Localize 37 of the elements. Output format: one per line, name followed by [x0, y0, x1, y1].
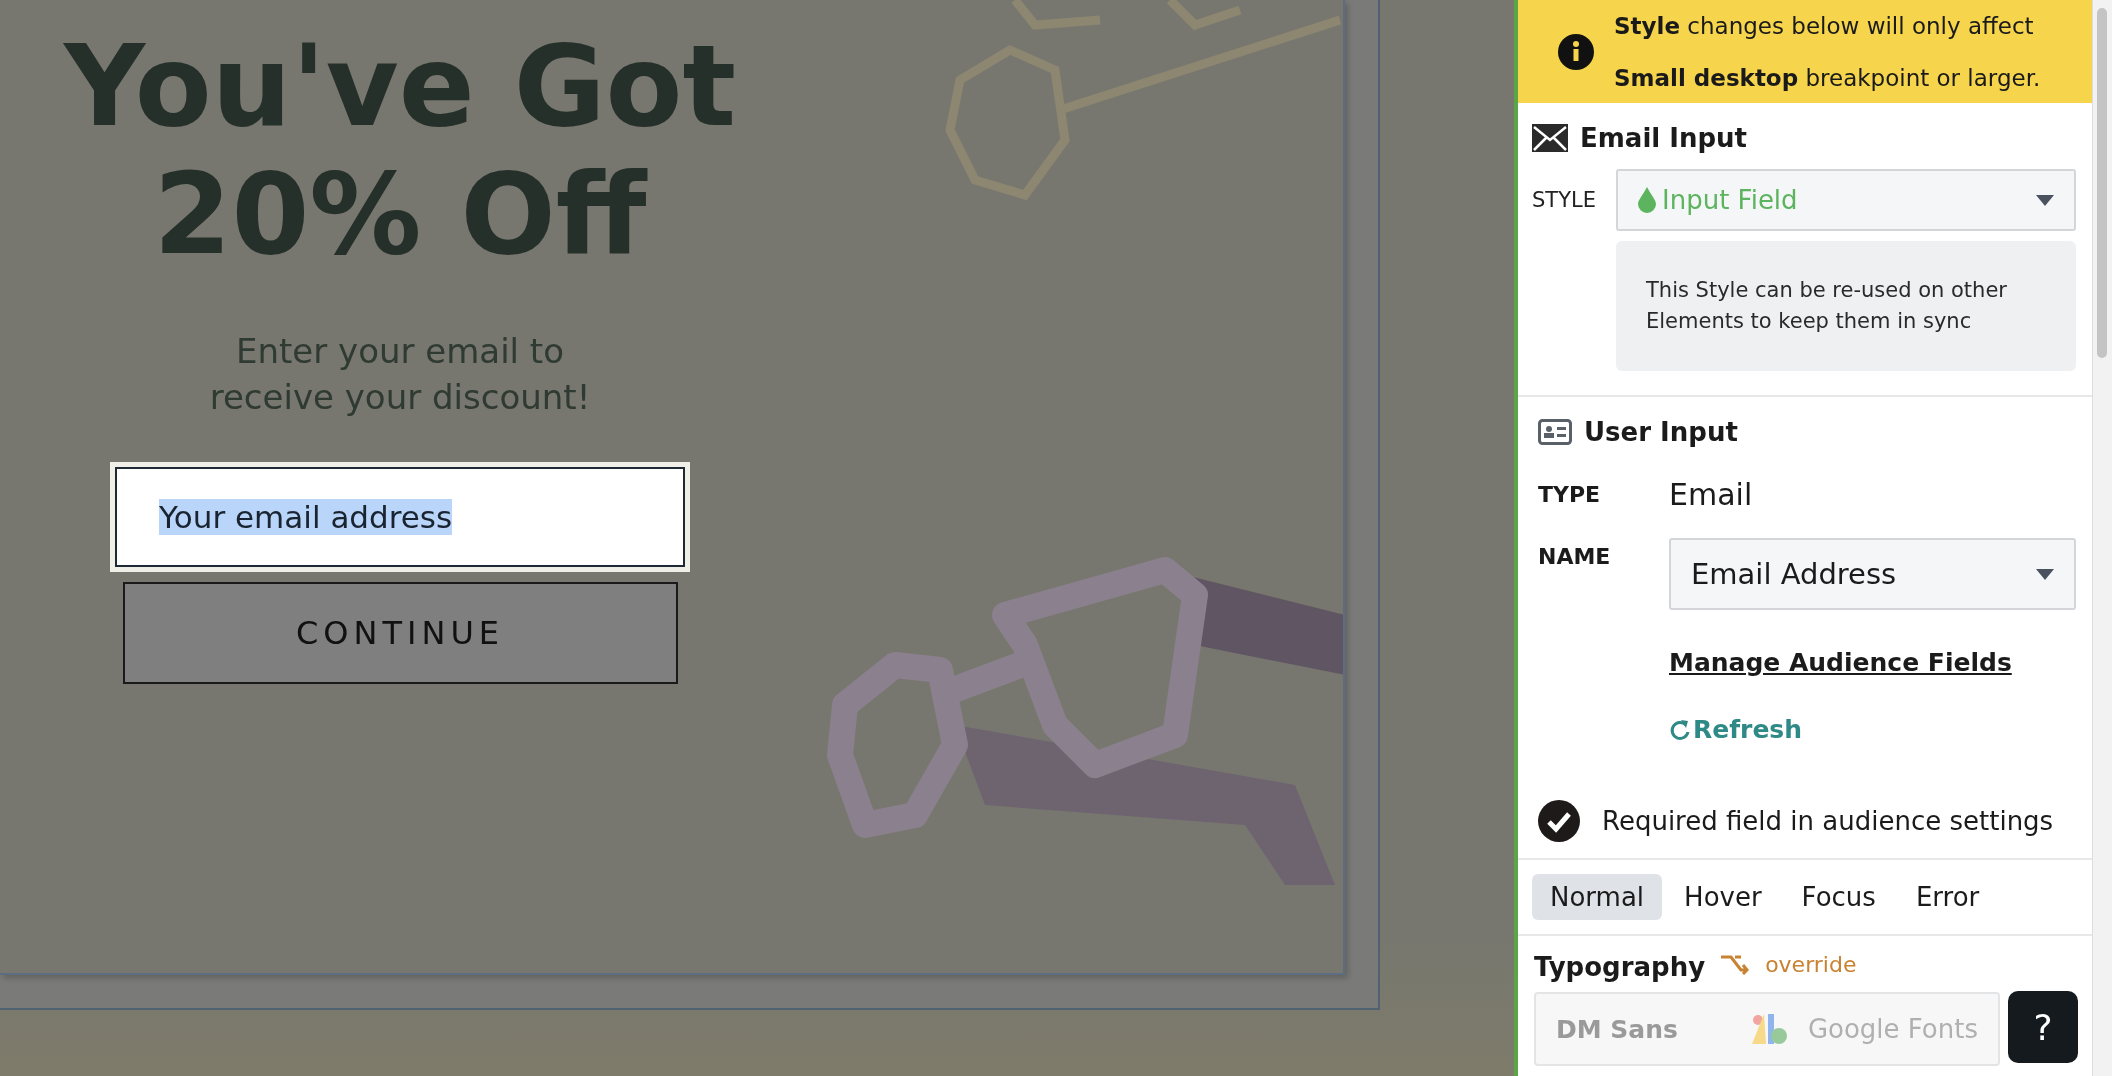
- name-label: NAME: [1538, 544, 1612, 569]
- google-fonts-label: Google Fonts: [1807, 1014, 1978, 1044]
- required-label: Required field in audience settings: [1602, 806, 2054, 836]
- shuffle-icon: [1721, 953, 1750, 975]
- continue-button[interactable]: CONTINUE: [122, 582, 678, 684]
- name-dropdown[interactable]: Email Address: [1669, 538, 2076, 610]
- drop-icon: [1638, 187, 1656, 213]
- google-fonts-icon: [1751, 1014, 1788, 1044]
- caret-icon: [2036, 194, 2054, 206]
- envelope-icon: [1532, 124, 1568, 152]
- scrollbar-thumb[interactable]: [2097, 8, 2107, 358]
- popup-headline: You've Got: [62, 22, 738, 150]
- typography-title: Typography: [1534, 952, 1706, 982]
- style-note: This Style can be re-used on other Elements to keep them in sync: [1616, 241, 2076, 371]
- section-title: Email Input: [1580, 123, 1747, 153]
- manage-audience-fields-link[interactable]: Manage Audience Fields: [1669, 648, 2012, 677]
- refresh-link[interactable]: Refresh: [1669, 715, 1803, 744]
- popup-subtitle: Enter your email to receive your discount!: [209, 330, 591, 419]
- state-tab[interactable]: Focus: [1783, 874, 1894, 920]
- refresh-icon: [1669, 717, 1691, 742]
- override-label: override: [1765, 951, 1857, 977]
- style-label: STYLE: [1532, 188, 1597, 212]
- state-tab[interactable]: Normal: [1532, 874, 1663, 920]
- info-icon: [1558, 33, 1594, 70]
- popup-headline: 20% Off: [152, 150, 649, 278]
- caret-icon: [2036, 568, 2054, 580]
- notice-text: Style changes below will only affect: [1614, 12, 2035, 39]
- type-label: TYPE: [1538, 482, 1602, 507]
- state-tab[interactable]: Hover: [1666, 874, 1780, 920]
- id-card-icon: [1538, 419, 1572, 445]
- section-title: User Input: [1584, 417, 1738, 447]
- notice-text: Small desktop breakpoint or larger.: [1614, 64, 2041, 91]
- help-button[interactable]: ?: [2008, 991, 2078, 1063]
- state-tab[interactable]: Error: [1897, 874, 1998, 920]
- type-value: Email: [1669, 477, 1753, 512]
- email-input-field[interactable]: Your email address: [115, 467, 685, 567]
- checkbox[interactable]: [1538, 800, 1580, 842]
